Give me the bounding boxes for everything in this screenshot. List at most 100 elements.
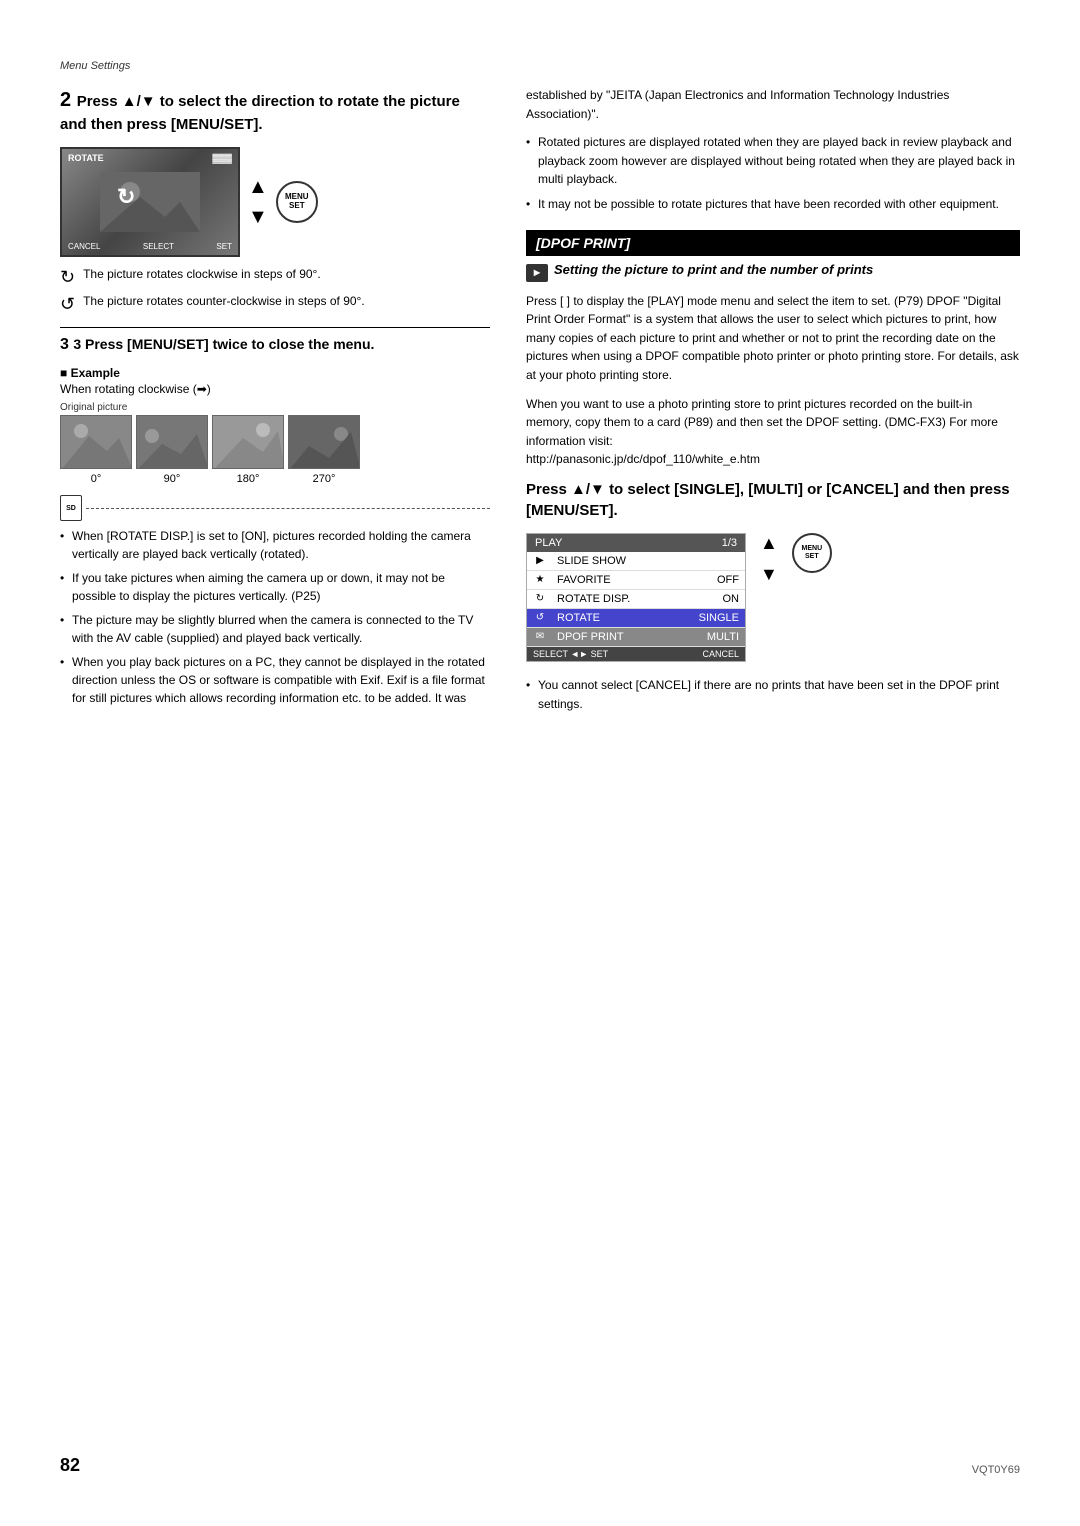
rot-img-90 (136, 415, 208, 469)
rot-label-0: 0° (60, 473, 132, 485)
screen-cancel-label: CANCEL (68, 242, 100, 251)
rotdisp-icon: ↻ (527, 590, 553, 607)
step3-num: 3 (60, 336, 73, 353)
play-menu-header-right: 1/3 (722, 537, 737, 549)
breadcrumb: Menu Settings (60, 60, 1020, 72)
left-bullet-4: When you play back pictures on a PC, the… (60, 653, 490, 707)
slideshow-value (695, 558, 745, 564)
rotation-labels: 0° 90° 180° 270° (60, 473, 490, 485)
arrow-up-icon: ▲ (248, 177, 268, 197)
dpof-url: http://panasonic.jp/dc/dpof_110/white_e.… (526, 452, 760, 466)
rotdisp-value: ON (695, 590, 745, 608)
favorite-icon: ★ (527, 571, 553, 588)
rot-label-90: 90° (136, 473, 208, 485)
screen-set-label: SET (216, 242, 232, 251)
left-bullet-3: The picture may be slightly blurred when… (60, 611, 490, 647)
rotate-notes: ↻ The picture rotates clockwise in steps… (60, 267, 490, 315)
favorite-label: FAVORITE (553, 571, 695, 589)
screen-select-label: SELECT (143, 242, 174, 251)
right-bullets: Rotated pictures are displayed rotated w… (526, 133, 1020, 213)
rot-img-0-svg (61, 416, 132, 469)
main-content: 2 Press ▲/▼ to select the direction to r… (60, 86, 1020, 713)
rot-img-180-svg (213, 416, 284, 469)
dpof-subheader-text: Setting the picture to print and the num… (554, 262, 873, 277)
dpof-row-icon: ✉ (527, 628, 553, 645)
rot-img-180 (212, 415, 284, 469)
rot-img-90-svg (137, 416, 208, 469)
dpof-body2: When you want to use a photo printing st… (526, 395, 1020, 469)
ccw-icon: ↺ (60, 294, 75, 315)
dpof-section: [DPOF PRINT] ▶ Setting the picture to pr… (526, 230, 1020, 714)
when-rotating-label: When rotating clockwise (➡) (60, 382, 490, 396)
dpof-title: [DPOF PRINT] (536, 235, 630, 251)
play-menu-bottom-left: SELECT ◄► SET (533, 649, 608, 659)
right-bullet-1: Rotated pictures are displayed rotated w… (526, 133, 1020, 189)
press-select-heading: Press ▲/▼ to select [SINGLE], [MULTI] or… (526, 479, 1020, 521)
rotation-images (60, 415, 490, 469)
screen-battery: ▓▓▓ (212, 153, 232, 163)
original-label: Original picture (60, 402, 490, 413)
play-menu-header: PLAY 1/3 (527, 534, 745, 552)
page-number: 82 (60, 1455, 80, 1476)
rotdisp-label: ROTATE DISP. (553, 590, 695, 608)
arrow-down-icon: ▼ (248, 207, 268, 227)
rotate-label: ROTATE (553, 609, 693, 627)
camera-screen-bottom: CANCEL SELECT SET (62, 242, 238, 251)
play-arrow-up: ▲ (760, 533, 778, 554)
dpof-body1: Press [ ] to display the [PLAY] mode men… (526, 292, 1020, 385)
rotate-icon: ↺ (527, 609, 553, 626)
play-menu-row-rotdisp: ↻ ROTATE DISP. ON (527, 590, 745, 609)
left-bullet-1: When [ROTATE DISP.] is set to [ON], pict… (60, 527, 490, 563)
rot-label-180: 180° (212, 473, 284, 485)
play-menu-set-button[interactable]: MENUSET (792, 533, 832, 573)
play-menu-row-slideshow: ▶ SLIDE SHOW (527, 552, 745, 571)
rot-img-0 (60, 415, 132, 469)
play-menu-header-left: PLAY (535, 537, 562, 549)
menu-set-button[interactable]: MENUSET (276, 181, 318, 223)
rot-img-270 (288, 415, 360, 469)
ccw-note-row: ↺ The picture rotates counter-clockwise … (60, 294, 490, 315)
camera-screen-top: ROTATE ▓▓▓ (62, 153, 238, 163)
step3-heading: 3 3 Press [MENU/SET] twice to close the … (60, 327, 490, 354)
step3-text: 3 Press [MENU/SET] twice to close the me… (73, 336, 374, 352)
dpof-printer-icon: ▶ (526, 264, 548, 282)
screen-rotate-label: ROTATE (68, 153, 104, 163)
nav-arrows: ▲ ▼ (248, 171, 268, 233)
camera-screen-inner: ROTATE ▓▓▓ ↻ CANCEL SEL (62, 149, 238, 255)
rot-label-270: 270° (288, 473, 360, 485)
cw-note-text: The picture rotates clockwise in steps o… (83, 267, 321, 281)
play-menu-bottom-right: CANCEL (702, 649, 739, 659)
play-menu-area: PLAY 1/3 ▶ SLIDE SHOW ★ (526, 533, 1020, 662)
dpof-row-label: DPOF PRINT (553, 628, 695, 646)
step2-num: 2 (60, 89, 77, 111)
step2-heading: 2 Press ▲/▼ to select the direction to r… (60, 86, 490, 135)
right-intro-text: established by "JEITA (Japan Electronics… (526, 86, 1020, 123)
cw-note-row: ↻ The picture rotates clockwise in steps… (60, 267, 490, 288)
photo-silhouette (100, 172, 200, 232)
rotate-controls: ROTATE ▓▓▓ ↻ CANCEL SEL (60, 147, 490, 257)
slideshow-icon: ▶ (527, 552, 553, 569)
play-menu-container: PLAY 1/3 ▶ SLIDE SHOW ★ (526, 533, 746, 662)
slideshow-label: SLIDE SHOW (553, 552, 695, 570)
cannot-cancel-note: You cannot select [CANCEL] if there are … (526, 676, 1020, 713)
left-bullet-list: When [ROTATE DISP.] is set to [ON], pict… (60, 527, 490, 707)
play-nav-arrows: ▲ ▼ (760, 533, 778, 585)
ccw-note-text: The picture rotates counter-clockwise in… (83, 294, 365, 308)
example-section: ■ Example When rotating clockwise (➡) Or… (60, 366, 490, 485)
example-label: ■ Example (60, 366, 490, 380)
cw-icon: ↻ (60, 267, 75, 288)
play-menu-row-dpof: ✉ DPOF PRINT MULTI (527, 628, 745, 647)
left-bullet-2: If you take pictures when aiming the cam… (60, 569, 490, 605)
play-menu-row-favorite: ★ FAVORITE OFF (527, 571, 745, 590)
model-number: VQT0Y69 (972, 1464, 1020, 1476)
dpof-row-value: MULTI (695, 628, 745, 646)
page: Menu Settings 2 Press ▲/▼ to select the … (0, 0, 1080, 1526)
play-menu-row-rotate: ↺ ROTATE SINGLE (527, 609, 745, 628)
sd-icon: SD (60, 495, 82, 521)
rotate-value: SINGLE (693, 609, 745, 627)
rot-img-270-svg (289, 416, 360, 469)
camera-screen: ROTATE ▓▓▓ ↻ CANCEL SEL (60, 147, 240, 257)
right-column: established by "JEITA (Japan Electronics… (526, 86, 1020, 713)
rotation-arrow-overlay: ↻ (117, 184, 135, 210)
play-arrow-down: ▼ (760, 564, 778, 585)
